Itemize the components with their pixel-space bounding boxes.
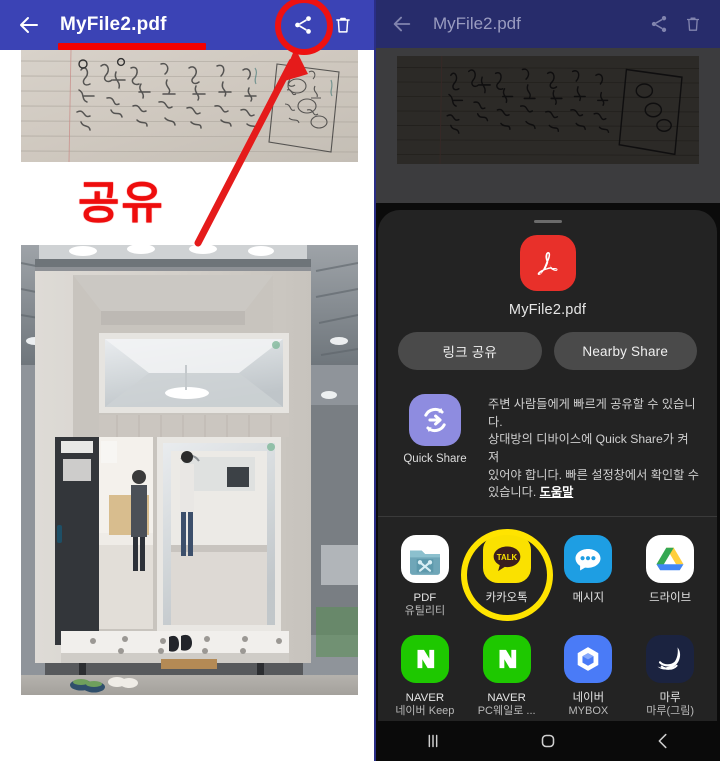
- naver-n-glyph: [499, 649, 516, 669]
- share-target-label: NAVER: [405, 692, 445, 705]
- share-button-dimmed[interactable]: [642, 7, 676, 41]
- recents-button[interactable]: [403, 721, 463, 761]
- share-target-naver-mybox[interactable]: 네이버 MYBOX: [548, 629, 630, 721]
- screenshot-root: MyFile2.pdf 공유 MyFile2.pdf MyFile2.pdf 링…: [0, 0, 720, 761]
- delete-button-dimmed[interactable]: [676, 7, 710, 41]
- panel-divider: [374, 0, 376, 761]
- notebook-scan: [21, 50, 358, 162]
- share-target-label: 드라이브: [649, 592, 692, 605]
- share-pill-row: 링크 공유 Nearby Share: [378, 318, 717, 370]
- svg-text:TALK: TALK: [496, 553, 517, 562]
- share-target-label: 마루: [659, 692, 681, 705]
- nearby-share-button[interactable]: Nearby Share: [553, 332, 697, 370]
- pdf-file-icon: [519, 235, 576, 291]
- naver-pc-icon: [482, 635, 531, 684]
- quick-share-icon: [409, 394, 461, 446]
- page-title: MyFile2.pdf: [60, 14, 167, 35]
- share-target-sublabel: 유틸리티: [404, 605, 446, 618]
- document-page-handwriting: [21, 50, 358, 162]
- google-drive-icon: [646, 535, 695, 584]
- arrow-left-icon: [20, 17, 38, 33]
- share-target-maru[interactable]: 마루 마루(그림): [629, 629, 711, 721]
- maru-swoosh-glyph: [657, 647, 681, 670]
- back-nav-button[interactable]: [633, 721, 693, 761]
- drive-triangle-glyph: [656, 547, 684, 571]
- dimmed-document-backdrop: [375, 48, 720, 203]
- pdf-utility-icon: [400, 535, 449, 584]
- pdf-viewer-appbar-dimmed: MyFile2.pdf: [375, 0, 720, 48]
- share-target-sublabel: MYBOX: [568, 705, 609, 718]
- share-target-label: 메시지: [572, 592, 605, 605]
- share-target-label: PDF: [413, 592, 437, 605]
- quick-share-left: Quick Share: [392, 394, 478, 465]
- home-icon: [541, 734, 554, 748]
- share-target-kakaotalk[interactable]: TALK 카카오톡: [460, 529, 553, 623]
- qs-line-2: 상대방의 디바이스에 Quick Share가 켜져: [488, 432, 689, 465]
- page-title-dimmed: MyFile2.pdf: [433, 14, 521, 33]
- share-bottom-sheet: MyFile2.pdf 링크 공유 Nearby Share Quick Sha…: [378, 210, 717, 721]
- shared-file-name: MyFile2.pdf: [508, 302, 587, 318]
- share-target-drive[interactable]: 드라이브: [629, 529, 711, 623]
- scrim-overlay: [375, 48, 720, 203]
- qs-line-1: 주변 사람들에게 빠르게 공유할 수 있습니다.: [488, 397, 696, 429]
- quick-share-help-link[interactable]: 도움말: [540, 485, 574, 499]
- back-chevron-icon: [658, 733, 667, 749]
- pdf-viewer-panel: MyFile2.pdf 공유: [0, 0, 375, 761]
- recents-icon: [428, 734, 437, 748]
- naver-keep-icon: [400, 635, 449, 684]
- qs-line-4: 있습니다.: [488, 485, 537, 500]
- share-annotation-text: 공유: [78, 177, 165, 228]
- share-icon: [651, 16, 667, 32]
- naver-mybox-icon: [564, 635, 613, 684]
- back-button-dimmed[interactable]: [385, 7, 419, 41]
- share-target-label: 네이버: [572, 692, 605, 705]
- kakao-talk-bubble-glyph: TALK: [493, 546, 520, 572]
- share-target-naver-pc[interactable]: NAVER PC웨일로 ...: [466, 629, 548, 721]
- qs-line-3: 있어야 합니다. 빠른 설정창에서 확인할 수: [488, 467, 699, 482]
- android-navigation-bar: [375, 721, 720, 761]
- quick-share-description: 주변 사람들에게 빠르게 공유할 수 있습니다. 상대방의 디바이스에 Quic…: [488, 394, 699, 502]
- adobe-acrobat-icon: [537, 251, 558, 276]
- quick-share-glyph: [424, 407, 446, 433]
- chat-bubble-glyph: [575, 549, 601, 571]
- share-target-naver-keep[interactable]: NAVER 네이버 Keep: [384, 629, 466, 721]
- home-button[interactable]: [518, 721, 578, 761]
- title-underline-annotation: [58, 43, 206, 50]
- share-target-messages[interactable]: 메시지: [548, 529, 630, 623]
- shared-file-block: MyFile2.pdf: [378, 223, 717, 318]
- share-target-sublabel: 마루(그림): [646, 705, 695, 718]
- quick-share-section[interactable]: Quick Share 주변 사람들에게 빠르게 공유할 수 있습니다. 상대방…: [378, 370, 717, 502]
- mybox-cube-glyph: [578, 647, 599, 671]
- share-sheet-panel: MyFile2.pdf MyFile2.pdf 링크 공유 Nearby Sha…: [375, 0, 720, 761]
- arrow-left-icon: [393, 16, 411, 32]
- naver-n-glyph: [417, 649, 435, 669]
- document-page-photo: [21, 245, 358, 695]
- trash-icon: [336, 17, 350, 33]
- link-share-button[interactable]: 링크 공유: [398, 332, 542, 370]
- messages-icon: [564, 535, 613, 584]
- back-button[interactable]: [12, 8, 46, 42]
- folder-tools-glyph: [409, 550, 440, 575]
- modular-house-photo: [21, 245, 358, 695]
- share-target-pdf-utility[interactable]: PDF 유틸리티: [384, 529, 466, 623]
- share-target-grid: PDF 유틸리티 TALK 카카오톡 메시지 드라이브 NAVER 네이버 Ke…: [378, 517, 717, 721]
- quick-share-label: Quick Share: [403, 453, 467, 465]
- share-target-label: 카카오톡: [485, 592, 528, 605]
- share-target-sublabel: PC웨일로 ...: [477, 705, 536, 718]
- share-target-sublabel: 네이버 Keep: [395, 705, 455, 718]
- trash-icon: [687, 17, 699, 31]
- maru-icon: [646, 635, 695, 684]
- kakaotalk-icon: TALK: [482, 535, 531, 584]
- share-target-label: NAVER: [487, 692, 526, 705]
